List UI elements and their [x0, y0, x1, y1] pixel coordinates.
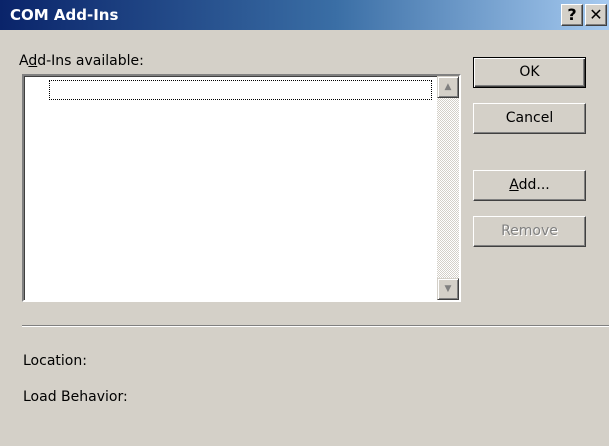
- scroll-up-button[interactable]: ▲: [437, 76, 459, 98]
- vertical-scrollbar[interactable]: ▲ ▼: [437, 76, 459, 300]
- window-title: COM Add-Ins: [10, 6, 119, 24]
- label-prefix: A: [19, 53, 29, 69]
- close-icon: ✕: [589, 5, 603, 24]
- scroll-down-button[interactable]: ▼: [437, 278, 459, 300]
- location-label: Location:: [23, 353, 87, 369]
- close-button[interactable]: ✕: [585, 4, 607, 26]
- add-mnemonic: A: [509, 177, 519, 193]
- add-rest: dd...: [518, 177, 550, 193]
- label-rest: d-Ins available:: [37, 53, 144, 69]
- addins-listbox[interactable]: ▲ ▼: [22, 74, 461, 302]
- list-focus-row[interactable]: [49, 80, 432, 100]
- title-bar[interactable]: COM Add-Ins ? ✕: [0, 0, 609, 30]
- arrow-up-icon: ▲: [444, 82, 452, 92]
- arrow-down-icon: ▼: [444, 284, 452, 294]
- cancel-button[interactable]: Cancel: [473, 103, 586, 134]
- label-mnemonic: d: [28, 53, 38, 69]
- com-addins-dialog: COM Add-Ins ? ✕ Add-Ins available: ▲ ▼ O…: [0, 0, 609, 446]
- help-icon: ?: [567, 5, 577, 24]
- load-behavior-label: Load Behavior:: [23, 389, 128, 405]
- separator: [22, 325, 609, 327]
- help-button[interactable]: ?: [561, 4, 583, 26]
- addins-available-label: Add-Ins available:: [19, 52, 144, 70]
- remove-button[interactable]: Remove: [473, 216, 586, 247]
- add-button[interactable]: Add...: [473, 170, 586, 201]
- ok-button[interactable]: OK: [473, 57, 586, 88]
